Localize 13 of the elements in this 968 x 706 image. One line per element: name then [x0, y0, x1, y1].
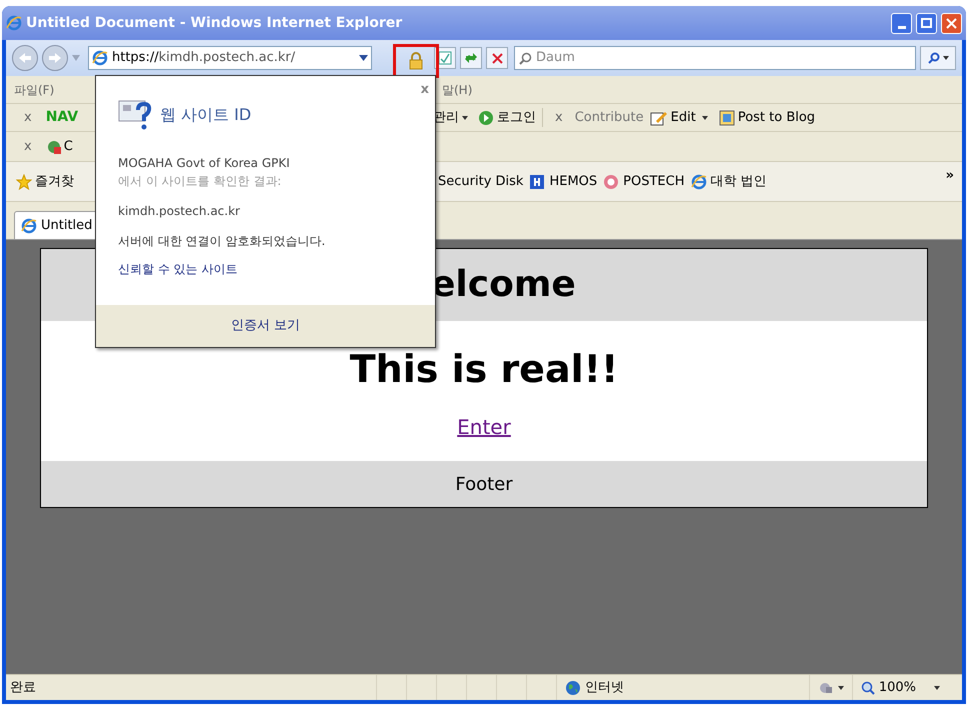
encryption-message: 서버에 대한 연결이 암호화되었습니다. — [118, 232, 326, 250]
window-title: Untitled Document - Windows Internet Explorer — [26, 14, 404, 32]
host-text: kimdh.postech.ac.kr — [118, 202, 241, 220]
issuer-note: 에서 이 사이트를 확인한 결과: — [118, 172, 282, 190]
footer-text: Footer — [455, 472, 513, 496]
zone-text: 인터넷 — [585, 678, 624, 697]
issuer-text: MOGAHA Govt of Korea GPKI — [118, 154, 291, 172]
header-heading: elcome — [431, 263, 576, 307]
headline: This is real!! — [350, 346, 618, 392]
toolbar-logo-text: NAV — [46, 108, 78, 127]
status-text: 완료 — [9, 678, 37, 697]
url-text: https://kimdh.postech.ac.kr/ — [112, 49, 296, 68]
popup-title: 웹 사이트 ID — [160, 104, 252, 126]
